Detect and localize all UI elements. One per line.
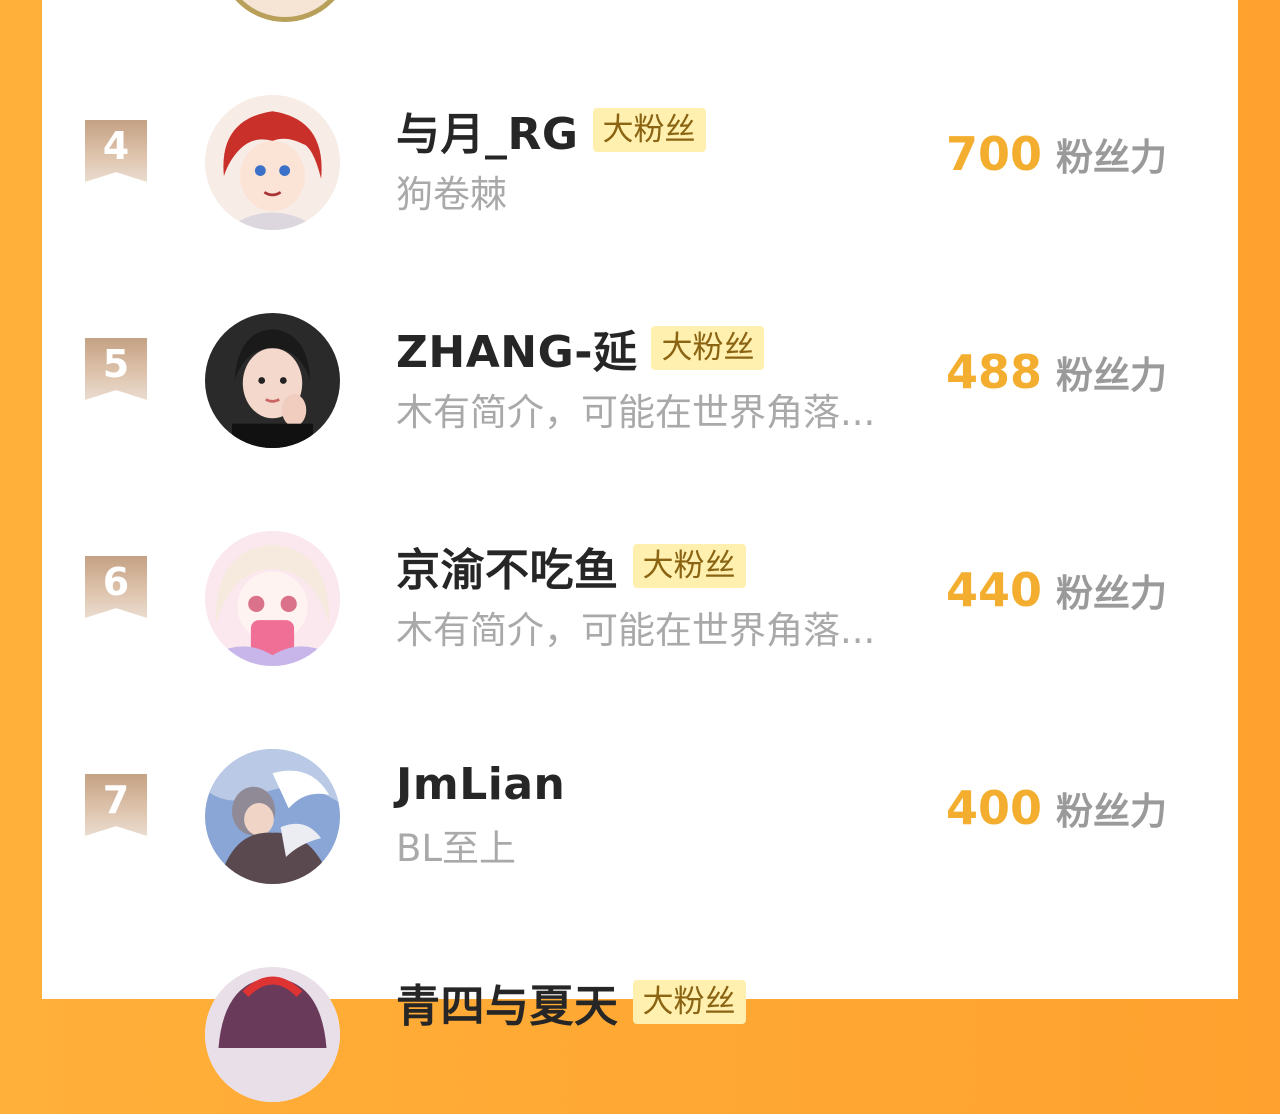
user-name[interactable]: JmLian	[396, 759, 565, 810]
rank-ribbon: 6	[85, 556, 147, 618]
user-name[interactable]: ZHANG-延	[396, 316, 637, 380]
user-bio: 狗卷棘	[396, 173, 507, 216]
user-bio: 木有简介，可能在世界角落...	[396, 609, 876, 652]
fan-power-unit: 粉丝力	[1056, 572, 1168, 615]
user-name[interactable]: 京渝不吃鱼	[396, 534, 619, 598]
avatar[interactable]	[205, 313, 340, 448]
fan-level-badge: 大粉丝	[632, 544, 746, 588]
user-name[interactable]: 青四与夏天	[396, 970, 619, 1034]
fan-power: 440 粉丝力	[946, 563, 1167, 617]
rank-ribbon: 7	[85, 774, 147, 836]
user-name[interactable]: 与月_RG	[396, 98, 579, 162]
fan-power-unit: 粉丝力	[1056, 136, 1168, 179]
fan-power-value: 400	[946, 781, 1043, 835]
list-item[interactable]: 5 ZHANG-延 大粉丝 木有简介，可能在世界角落... 488 粉丝力	[42, 300, 1238, 460]
list-item[interactable]: 6 京渝不吃鱼 大粉丝 木有简介，可能在世界角落... 440 粉丝力	[42, 518, 1238, 678]
list-item[interactable]: 青四与夏天 大粉丝	[42, 954, 1238, 1114]
fan-power-value: 700	[946, 127, 1043, 181]
list-item[interactable]: 4 与月_RG 大粉丝 狗卷棘 700 粉丝力	[42, 82, 1238, 242]
fan-power-value: 488	[946, 345, 1043, 399]
rank-ribbon: 4	[85, 120, 147, 182]
fan-power: 400 粉丝力	[946, 781, 1167, 835]
avatar[interactable]	[205, 749, 340, 884]
avatar[interactable]	[205, 967, 340, 1102]
fan-level-badge: 大粉丝	[632, 980, 746, 1024]
user-bio: BL至上	[396, 827, 516, 870]
fan-power-value: 440	[946, 563, 1043, 617]
fan-ranking-panel: 4 与月_RG 大粉丝 狗卷棘 700 粉丝力 5 ZHANG-延 大粉丝 木有…	[42, 0, 1238, 1102]
list-item[interactable]: 7 JmLian BL至上 400 粉丝力	[42, 736, 1238, 896]
user-bio: 木有简介，可能在世界角落...	[396, 391, 876, 434]
avatar[interactable]	[205, 531, 340, 666]
fan-power-unit: 粉丝力	[1056, 354, 1168, 397]
fan-power: 488 粉丝力	[946, 345, 1167, 399]
fan-power: 700 粉丝力	[946, 127, 1167, 181]
avatar[interactable]	[205, 95, 340, 230]
rank-ribbon: 5	[85, 338, 147, 400]
fan-power-unit: 粉丝力	[1056, 790, 1168, 833]
fan-level-badge: 大粉丝	[592, 108, 706, 152]
fan-level-badge: 大粉丝	[651, 326, 765, 370]
avatar-rank-3-partial[interactable]	[218, 0, 352, 22]
